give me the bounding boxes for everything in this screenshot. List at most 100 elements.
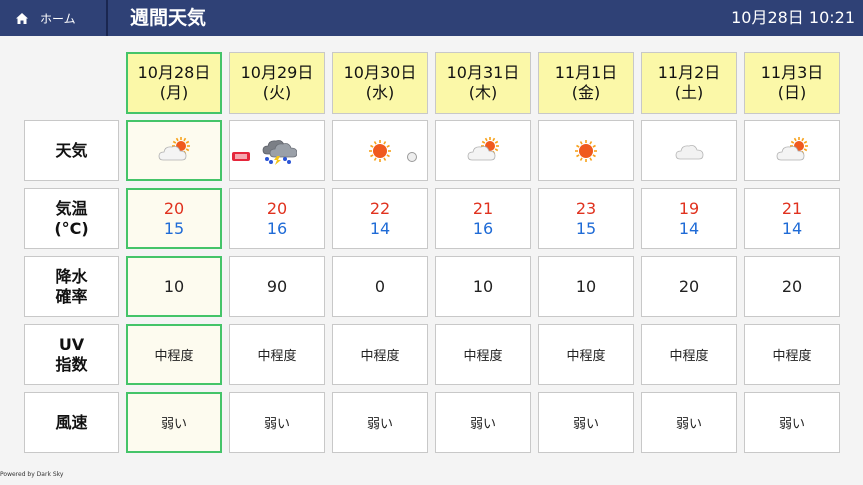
weather-cell-2[interactable]	[332, 120, 428, 181]
uv-index-cell-0: 中程度	[126, 324, 222, 385]
date-label: 10月28日	[137, 63, 211, 82]
weather-cell-4[interactable]	[538, 120, 634, 181]
day-of-week-label: (金)	[571, 83, 601, 102]
weather-alert-badge[interactable]	[232, 152, 250, 161]
rain-chance-cell-4: 10	[538, 256, 634, 317]
rain-chance-value: 0	[374, 277, 386, 296]
date-label: 10月31日	[446, 63, 520, 82]
temperature-cell-3: 21 16	[435, 188, 531, 249]
low-temperature: 15	[163, 218, 185, 238]
high-temperature: 19	[678, 198, 700, 218]
temperature-cell-1: 20 16	[229, 188, 325, 249]
page-title: 週間天気	[130, 7, 207, 29]
uv-index-value: 中程度	[360, 349, 400, 364]
date-header-1[interactable]: 10月29日 (火)	[229, 52, 325, 114]
wind-value: 弱い	[675, 417, 702, 432]
home-label: ホーム	[40, 11, 76, 26]
info-icon[interactable]	[407, 152, 417, 162]
day-of-week-label: (日)	[777, 83, 807, 102]
low-temperature: 14	[781, 218, 803, 238]
wind-value: 弱い	[366, 417, 393, 432]
uv-index-cell-2: 中程度	[332, 324, 428, 385]
rain-chance-value: 10	[575, 277, 597, 296]
uv-index-value: 中程度	[669, 349, 709, 364]
uv-index-cell-3: 中程度	[435, 324, 531, 385]
rain-chance-cell-5: 20	[641, 256, 737, 317]
sunny-icon	[575, 139, 597, 162]
day-of-week-label: (火)	[262, 83, 292, 102]
thunderstorm-rain-icon	[262, 139, 297, 165]
date-label: 11月3日	[760, 63, 824, 82]
powered-by-credit: Powered by Dark Sky	[0, 471, 64, 478]
uv-index-cell-1: 中程度	[229, 324, 325, 385]
uv-index-value: 中程度	[154, 349, 194, 364]
home-button[interactable]: ホーム	[0, 0, 108, 36]
top-bar: ホーム 週間天気 10月28日 10:21	[0, 0, 863, 36]
weather-cell-6[interactable]	[744, 120, 840, 181]
date-label: 10月29日	[240, 63, 314, 82]
day-of-week-label: (月)	[159, 83, 189, 102]
rain-chance-value: 10	[163, 277, 185, 296]
date-label: 10月30日	[343, 63, 417, 82]
wind-cell-3: 弱い	[435, 392, 531, 453]
date-label: 11月1日	[554, 63, 618, 82]
high-temperature: 20	[266, 198, 288, 218]
day-of-week-label: (土)	[674, 83, 704, 102]
low-temperature: 15	[575, 218, 597, 238]
row-label-uv-index: UV 指数	[24, 324, 119, 385]
current-datetime: 10月28日 10:21	[731, 8, 855, 27]
weather-cell-0[interactable]	[126, 120, 222, 181]
high-temperature: 20	[163, 198, 185, 218]
weather-cell-5[interactable]	[641, 120, 737, 181]
uv-index-value: 中程度	[566, 349, 606, 364]
date-header-4[interactable]: 11月1日 (金)	[538, 52, 634, 114]
wind-cell-1: 弱い	[229, 392, 325, 453]
rain-chance-value: 10	[472, 277, 494, 296]
temperature-cell-6: 21 14	[744, 188, 840, 249]
uv-index-value: 中程度	[463, 349, 503, 364]
row-label-text: 気温	[55, 198, 88, 218]
rain-chance-cell-6: 20	[744, 256, 840, 317]
home-icon	[16, 12, 28, 24]
partly-cloudy-icon	[776, 136, 808, 160]
wind-cell-0: 弱い	[126, 392, 222, 453]
rain-chance-cell-1: 90	[229, 256, 325, 317]
wind-cell-5: 弱い	[641, 392, 737, 453]
sunny-icon	[369, 139, 391, 162]
row-label-text: 降水	[55, 266, 88, 286]
high-temperature: 22	[369, 198, 391, 218]
temperature-cell-2: 22 14	[332, 188, 428, 249]
wind-cell-6: 弱い	[744, 392, 840, 453]
row-label-text: (°C)	[54, 218, 89, 238]
partly-cloudy-icon	[467, 136, 499, 160]
date-header-3[interactable]: 10月31日 (木)	[435, 52, 531, 114]
uv-index-value: 中程度	[772, 349, 812, 364]
uv-index-value: 中程度	[257, 349, 297, 364]
day-of-week-label: (木)	[468, 83, 498, 102]
rain-chance-value: 20	[781, 277, 803, 296]
rain-chance-cell-0: 10	[126, 256, 222, 317]
row-label-text: 風速	[55, 412, 88, 432]
row-label-weather: 天気	[24, 120, 119, 181]
high-temperature: 21	[472, 198, 494, 218]
low-temperature: 16	[266, 218, 288, 238]
row-label-text: 天気	[55, 140, 88, 160]
rain-chance-value: 90	[266, 277, 288, 296]
weather-cell-1[interactable]	[229, 120, 325, 181]
wind-cell-2: 弱い	[332, 392, 428, 453]
date-header-5[interactable]: 11月2日 (土)	[641, 52, 737, 114]
wind-cell-4: 弱い	[538, 392, 634, 453]
date-header-0[interactable]: 10月28日 (月)	[126, 52, 222, 114]
row-label-text: UV	[58, 334, 85, 354]
date-header-6[interactable]: 11月3日 (日)	[744, 52, 840, 114]
row-label-text: 指数	[55, 354, 88, 374]
weather-cell-3[interactable]	[435, 120, 531, 181]
rain-chance-cell-2: 0	[332, 256, 428, 317]
low-temperature: 14	[369, 218, 391, 238]
wind-value: 弱い	[469, 417, 496, 432]
low-temperature: 16	[472, 218, 494, 238]
row-label-wind: 風速	[24, 392, 119, 453]
date-header-2[interactable]: 10月30日 (水)	[332, 52, 428, 114]
wind-value: 弱い	[160, 417, 187, 432]
rain-chance-value: 20	[678, 277, 700, 296]
